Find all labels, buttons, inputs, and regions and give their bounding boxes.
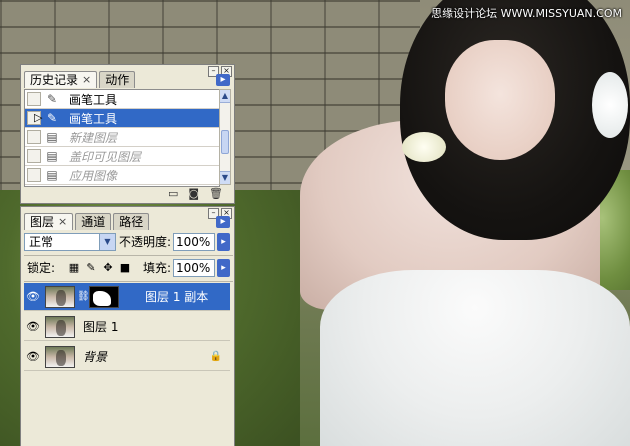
- lock-pixels-icon[interactable]: ✎: [84, 259, 98, 277]
- layer-thumbnail: [45, 345, 75, 368]
- tab-history[interactable]: 历史记录 ×: [24, 71, 98, 88]
- history-item-label: 画笔工具: [69, 92, 118, 107]
- tab-label: 路径: [119, 215, 144, 229]
- layer-mask-thumbnail[interactable]: [89, 285, 119, 308]
- divider: [24, 255, 233, 256]
- scroll-up-icon[interactable]: ▲: [220, 90, 230, 103]
- scroll-down-icon[interactable]: ▼: [220, 171, 230, 184]
- snapshot-checkbox[interactable]: [27, 149, 41, 163]
- layers-tabs: 图层 × 通道 路径: [24, 213, 151, 230]
- history-scrollbar[interactable]: ▲ ▼: [219, 89, 231, 185]
- brush-icon: ✎: [46, 111, 58, 125]
- bride-face: [445, 40, 555, 160]
- fill-slider-icon[interactable]: ▸: [217, 259, 230, 277]
- history-item-label: 新建图层: [69, 130, 118, 145]
- history-item-label: 画笔工具: [69, 111, 118, 126]
- layer-name: 图层 1: [83, 320, 119, 334]
- history-item[interactable]: ▤ 应用图像: [25, 166, 219, 185]
- new-document-from-state-icon[interactable]: ▭: [168, 187, 178, 201]
- eye-icon[interactable]: 👁: [24, 350, 42, 363]
- opacity-label: 不透明度:: [119, 235, 172, 249]
- tab-label: 动作: [105, 73, 130, 87]
- opacity-slider-icon[interactable]: ▸: [217, 233, 230, 251]
- scroll-thumb[interactable]: [221, 130, 229, 154]
- history-item[interactable]: ▤ 新建图层: [25, 128, 219, 147]
- held-flower: [402, 132, 446, 162]
- panel-menu-icon[interactable]: ▸: [216, 216, 230, 228]
- history-tabs: 历史记录 × 动作: [24, 71, 137, 88]
- lock-label: 锁定:: [27, 261, 56, 275]
- trash-icon[interactable]: 🗑: [209, 187, 223, 201]
- history-list: ✎ 画笔工具 ✎ 画笔工具 ▤ 新建图层 ▤ 盖印可见图层 ▤ 应用图像: [24, 89, 220, 187]
- tab-channels[interactable]: 通道: [75, 213, 112, 230]
- tab-layers[interactable]: 图层 ×: [24, 213, 74, 230]
- snapshot-checkbox[interactable]: [27, 168, 41, 182]
- history-footer: ▭ ◙ 🗑: [24, 187, 229, 201]
- divider: [24, 281, 233, 282]
- snapshot-checkbox[interactable]: [27, 92, 41, 106]
- panel-menu-icon[interactable]: ▸: [216, 74, 230, 86]
- tab-actions[interactable]: 动作: [99, 71, 136, 88]
- layer-row[interactable]: 👁 图层 1: [24, 313, 230, 341]
- layer-thumbnail: [45, 285, 75, 308]
- brush-icon: ✎: [46, 92, 58, 106]
- document-icon: ▤: [46, 168, 58, 182]
- watermark: 思缘设计论坛 WWW.MISSYUAN.COM: [431, 7, 622, 20]
- history-item[interactable]: ✎ 画笔工具: [25, 90, 219, 109]
- blend-mode-select[interactable]: 正常 ▼: [24, 233, 116, 251]
- history-item-label: 盖印可见图层: [69, 149, 142, 164]
- layer-row[interactable]: 👁 背景 🔒: [24, 343, 230, 371]
- tab-label: 历史记录: [30, 73, 79, 87]
- fill-input[interactable]: 100%: [173, 259, 215, 277]
- history-item-label: 应用图像: [69, 168, 118, 183]
- snapshot-checkbox[interactable]: [27, 130, 41, 144]
- layers-panel: – × 图层 × 通道 路径 ▸ 正常 ▼ 不透明度: 100% ▸ 锁定: ▦…: [20, 206, 235, 446]
- tab-label: 图层: [30, 215, 55, 229]
- close-icon[interactable]: ×: [58, 214, 67, 230]
- history-item[interactable]: ✎ 画笔工具: [25, 109, 219, 128]
- lock-icon: 🔒: [209, 351, 222, 362]
- layer-name: 背景: [83, 350, 108, 364]
- history-item[interactable]: ▤ 盖印可见图层: [25, 147, 219, 166]
- document-icon: ▤: [46, 149, 58, 163]
- eye-icon[interactable]: 👁: [24, 320, 42, 333]
- layer-row[interactable]: 👁 ⛓ 图层 1 副本: [24, 283, 230, 311]
- wedding-dress: [320, 270, 630, 446]
- link-icon[interactable]: ⛓: [77, 291, 90, 302]
- history-panel: – × 历史记录 × 动作 ▸ ✎ 画笔工具 ✎ 画笔工具 ▤ 新建图层 ▤ 盖…: [20, 64, 235, 204]
- hair-flower: [592, 72, 628, 138]
- tab-label: 通道: [81, 215, 106, 229]
- blend-mode-value: 正常: [29, 235, 54, 249]
- layer-thumbnail: [45, 315, 75, 338]
- tab-paths[interactable]: 路径: [113, 213, 150, 230]
- eye-icon[interactable]: 👁: [24, 290, 42, 303]
- layer-name: 图层 1 副本: [145, 290, 209, 304]
- opacity-input[interactable]: 100%: [173, 233, 215, 251]
- document-icon: ▤: [46, 130, 58, 144]
- close-icon[interactable]: ×: [82, 72, 91, 88]
- lock-options: ▦ ✎ ✥ ■: [67, 259, 132, 277]
- chevron-down-icon[interactable]: ▼: [99, 234, 115, 250]
- fill-label: 填充:: [143, 261, 172, 275]
- lock-transparency-icon[interactable]: ▦: [67, 259, 81, 277]
- history-state-pointer-icon: ▷: [34, 111, 43, 124]
- camera-snapshot-icon[interactable]: ◙: [188, 187, 199, 201]
- lock-position-icon[interactable]: ✥: [101, 259, 115, 277]
- lock-all-icon[interactable]: ■: [118, 259, 132, 277]
